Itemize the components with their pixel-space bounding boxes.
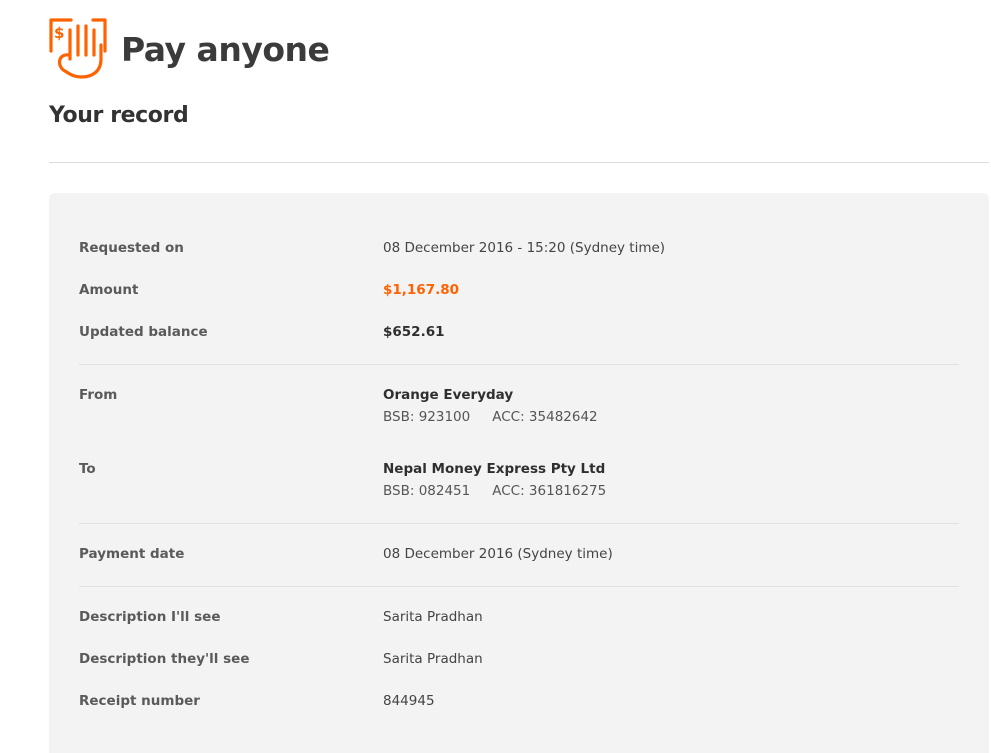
from-account-name: Orange Everyday <box>383 387 514 403</box>
updated-balance-value: $652.61 <box>383 324 445 340</box>
amount-value: $1,167.80 <box>383 282 460 298</box>
page-title: Pay anyone <box>121 29 330 69</box>
svg-text:$: $ <box>54 24 64 42</box>
receipt-number-label: Receipt number <box>79 693 200 709</box>
section-title: Your record <box>49 103 189 128</box>
to-label: To <box>79 461 96 477</box>
row-divider <box>79 586 959 587</box>
description-theirs-value: Sarita Pradhan <box>383 651 483 667</box>
amount-label: Amount <box>79 282 139 298</box>
row-divider <box>79 523 959 524</box>
section-divider <box>49 162 989 163</box>
to-bsb: BSB: 082451 <box>383 483 471 499</box>
from-account-details: BSB: 923100 ACC: 35482642 <box>383 408 598 426</box>
payment-date-label: Payment date <box>79 546 185 562</box>
from-bsb: BSB: 923100 <box>383 409 471 425</box>
pay-anyone-hand-icon: $ <box>49 18 107 79</box>
pay-anyone-receipt-page: $ Pay anyone Your record Requested on 08… <box>0 0 991 753</box>
record-card: Requested on 08 December 2016 - 15:20 (S… <box>49 193 989 753</box>
receipt-number-value: 844945 <box>383 693 435 709</box>
requested-on-label: Requested on <box>79 240 184 256</box>
description-theirs-label: Description they'll see <box>79 651 250 667</box>
description-mine-value: Sarita Pradhan <box>383 609 483 625</box>
to-acc: ACC: 361816275 <box>492 483 607 499</box>
row-divider <box>79 364 959 365</box>
requested-on-value: 08 December 2016 - 15:20 (Sydney time) <box>383 240 666 256</box>
from-acc: ACC: 35482642 <box>492 409 598 425</box>
description-mine-label: Description I'll see <box>79 609 221 625</box>
updated-balance-label: Updated balance <box>79 324 208 340</box>
payment-date-value: 08 December 2016 (Sydney time) <box>383 546 613 562</box>
to-account-details: BSB: 082451 ACC: 361816275 <box>383 482 606 500</box>
page-header: $ Pay anyone <box>49 17 330 79</box>
from-label: From <box>79 387 118 403</box>
to-account-name: Nepal Money Express Pty Ltd <box>383 461 606 477</box>
